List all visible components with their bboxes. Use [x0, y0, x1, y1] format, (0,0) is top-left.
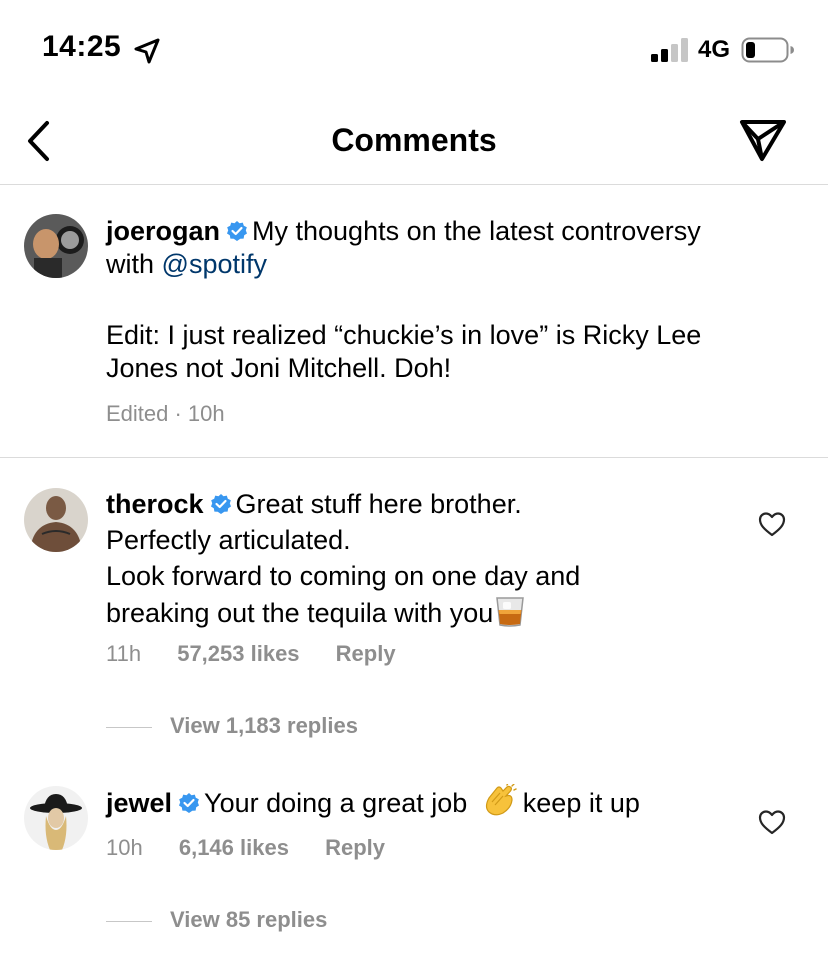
comment-meta: 11h 57,253 likes Reply — [106, 641, 396, 667]
comment-body-line: Perfectly articulated. — [106, 525, 351, 555]
comment-username[interactable]: therock — [106, 489, 204, 519]
view-replies-button[interactable]: View 1,183 replies — [106, 713, 358, 739]
mention-link[interactable]: @spotify — [162, 249, 267, 279]
comment-time: 10h — [106, 835, 143, 860]
network-type: 4G — [698, 36, 731, 63]
comment-body-line: breaking out the tequila with you — [106, 598, 494, 628]
comment-body: Your doing a great job — [204, 788, 468, 818]
divider-line — [106, 920, 152, 922]
caption-edit-text: Edit: I just realized “chuckie’s in love… — [106, 319, 756, 385]
verified-badge-icon — [179, 793, 200, 813]
location-arrow-icon — [134, 38, 160, 64]
likes-count[interactable]: 6,146 likes — [179, 835, 289, 860]
comment-body: keep it up — [522, 788, 640, 818]
caption-edit-line: Edit: I just realized “chuckie’s in love… — [106, 320, 702, 350]
page-title: Comments — [331, 122, 497, 158]
comment-meta: 10h 6,146 likes Reply — [106, 835, 385, 861]
avatar[interactable] — [24, 786, 88, 850]
caption-text: joerogan My thoughts on the latest contro… — [106, 215, 756, 281]
status-time: 14:25 — [42, 30, 122, 63]
verified-badge-icon — [227, 221, 248, 241]
avatar[interactable] — [24, 214, 88, 278]
reply-button[interactable]: Reply — [325, 835, 385, 860]
share-direct-icon[interactable] — [738, 116, 788, 166]
avatar[interactable] — [24, 488, 88, 552]
comment-body-line: Great stuff here brother. — [235, 489, 522, 519]
status-bar: 14:25 4G — [0, 0, 828, 100]
comment-text: jewel Your doing a great job keep it up — [106, 784, 756, 820]
comment-body-line: Look forward to coming on one day and — [106, 561, 581, 591]
like-heart-icon[interactable] — [758, 511, 786, 537]
caption-meta: Edited · 10h — [106, 401, 225, 426]
view-replies-label: View 85 replies — [170, 907, 328, 932]
nav-bar: Comments — [0, 100, 828, 185]
reply-button[interactable]: Reply — [336, 641, 396, 666]
post-caption: joerogan My thoughts on the latest contro… — [0, 185, 828, 458]
clapping-hands-emoji-icon — [485, 784, 517, 816]
view-replies-button[interactable]: View 85 replies — [106, 907, 327, 933]
verified-badge-icon — [210, 494, 231, 514]
like-heart-icon[interactable] — [758, 809, 786, 835]
comment-username[interactable]: jewel — [106, 788, 172, 818]
divider-line — [106, 726, 152, 728]
view-replies-label: View 1,183 replies — [170, 713, 358, 738]
caption-username[interactable]: joerogan — [106, 216, 220, 246]
battery-icon — [741, 37, 794, 63]
cellular-signal-icon — [651, 38, 688, 62]
likes-count[interactable]: 57,253 likes — [177, 641, 299, 666]
comment-time: 11h — [106, 641, 142, 666]
tumbler-glass-emoji-icon — [496, 597, 525, 627]
comment-text: therock Great stuff here brother. Perfect… — [106, 486, 756, 629]
caption-edit-line: Jones not Joni Mitchell. Doh! — [106, 353, 452, 383]
